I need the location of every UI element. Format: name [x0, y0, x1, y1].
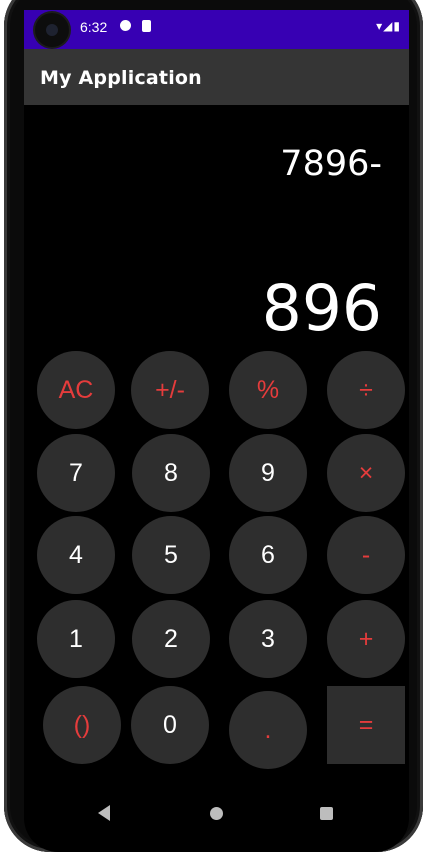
- digit-3-button[interactable]: 3: [229, 600, 307, 678]
- parentheses-button[interactable]: (): [43, 686, 121, 764]
- ac-button[interactable]: AC: [37, 351, 115, 429]
- multiply-button[interactable]: ×: [327, 434, 405, 512]
- minus-button[interactable]: -: [327, 516, 405, 594]
- digit-7-button[interactable]: 7: [37, 434, 115, 512]
- divide-button[interactable]: ÷: [327, 351, 405, 429]
- keypad: AC +/- % ÷ 7 8 9 × 4 5 6 - 1 2 3 + () 0 …: [24, 10, 409, 852]
- sign-toggle-button[interactable]: +/-: [131, 351, 209, 429]
- screen: 6:32 ▾◢▮ My Application 7896- 896 AC +/-…: [24, 10, 409, 852]
- digit-1-button[interactable]: 1: [37, 600, 115, 678]
- recents-icon[interactable]: [320, 807, 333, 820]
- digit-2-button[interactable]: 2: [132, 600, 210, 678]
- digit-4-button[interactable]: 4: [37, 516, 115, 594]
- decimal-button[interactable]: .: [229, 691, 307, 769]
- plus-button[interactable]: +: [327, 600, 405, 678]
- navigation-bar: [24, 790, 409, 838]
- digit-8-button[interactable]: 8: [132, 434, 210, 512]
- percent-button[interactable]: %: [229, 351, 307, 429]
- digit-5-button[interactable]: 5: [132, 516, 210, 594]
- digit-6-button[interactable]: 6: [229, 516, 307, 594]
- digit-9-button[interactable]: 9: [229, 434, 307, 512]
- digit-0-button[interactable]: 0: [131, 686, 209, 764]
- back-icon[interactable]: [98, 805, 110, 821]
- home-icon[interactable]: [210, 807, 223, 820]
- equals-button[interactable]: =: [327, 686, 405, 764]
